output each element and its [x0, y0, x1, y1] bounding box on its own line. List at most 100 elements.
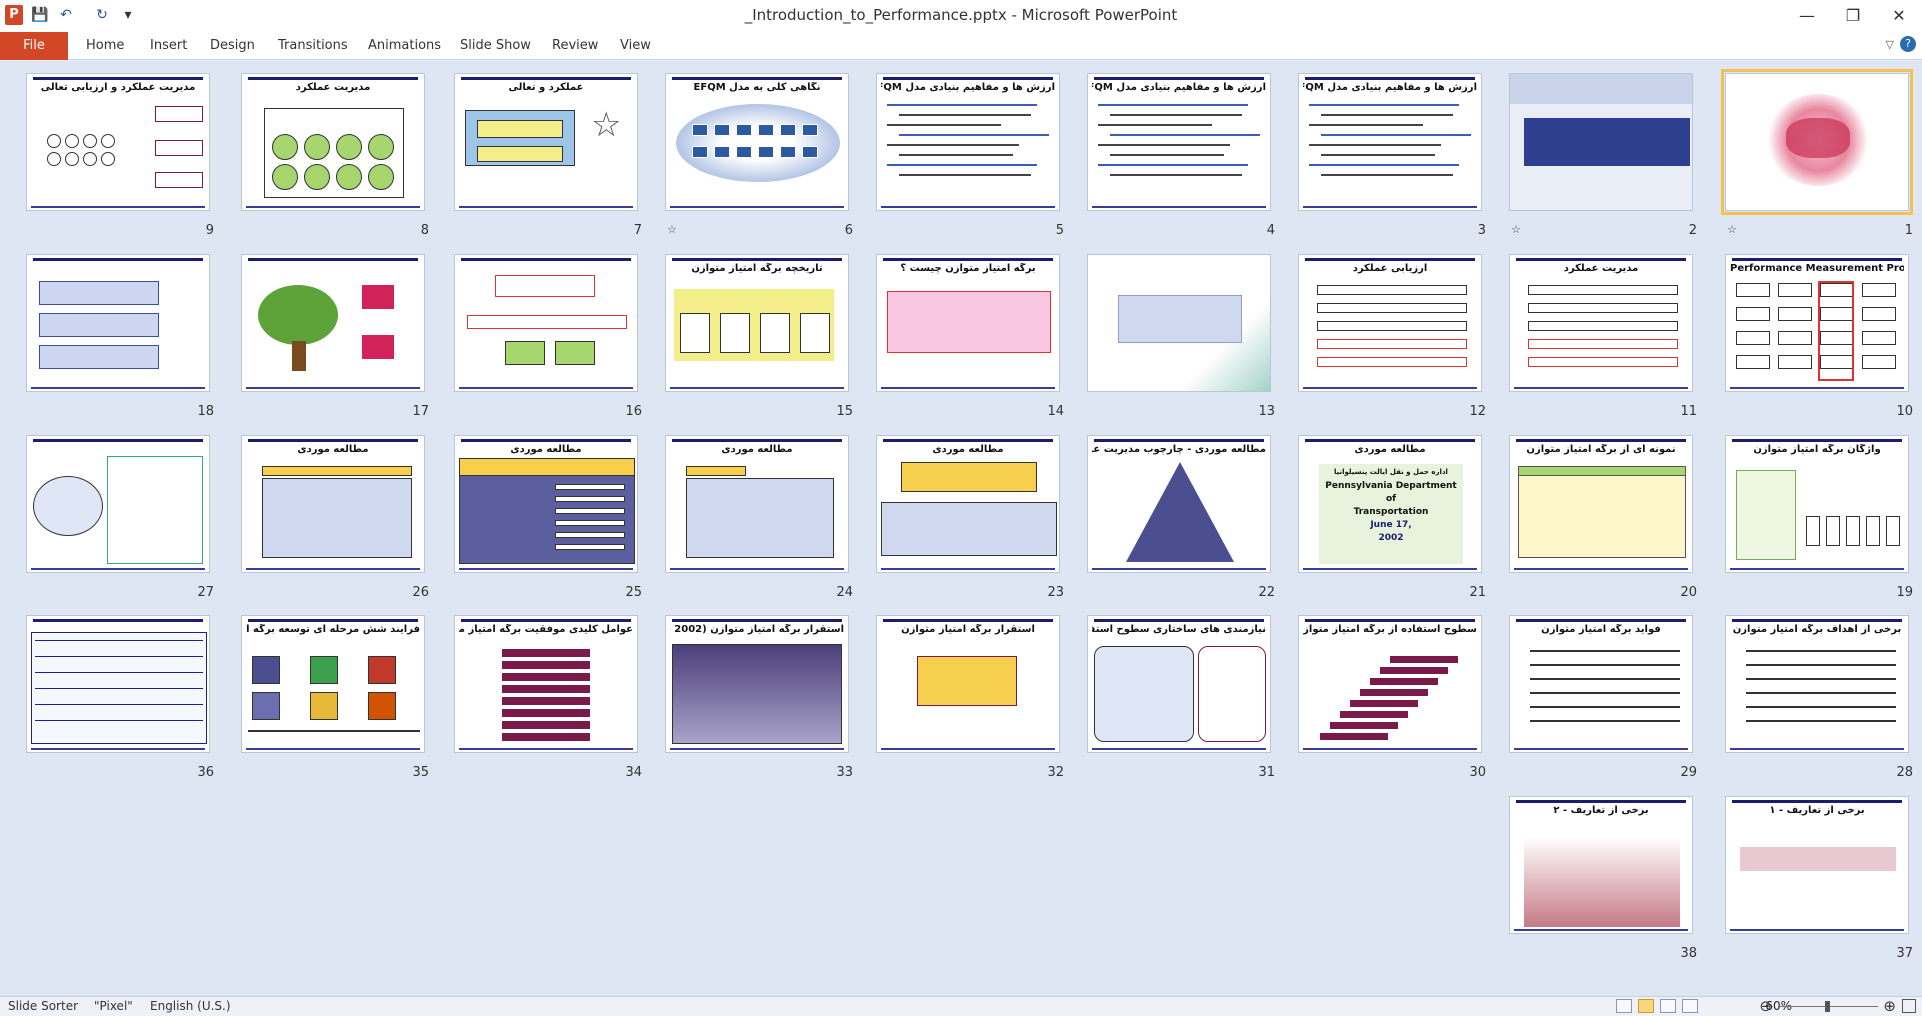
slide-thumbnail-2[interactable]: مقدمه‌ای بر ارزیابی عملکرد و تعالی سازما…: [1509, 73, 1697, 238]
tab-animations[interactable]: Animations: [364, 32, 445, 60]
tab-slide-show[interactable]: Slide Show: [456, 32, 535, 60]
slide-thumbnail-1[interactable]: 1 ☆: [1721, 69, 1913, 238]
tab-transitions[interactable]: Transitions: [274, 32, 352, 60]
slide-canvas[interactable]: واژگان برگه امتیاز متوازن: [1725, 435, 1909, 573]
slide-canvas[interactable]: مطالعه موردی: [241, 435, 425, 573]
slide-thumbnail-32[interactable]: استقرار برگه امتیاز متوازن 32: [876, 615, 1064, 780]
powerpoint-logo-icon[interactable]: P: [5, 5, 23, 25]
slide-canvas[interactable]: سطوح استفاده از برگه امتیاز متوازن (APQC…: [1298, 615, 1482, 753]
transition-star-icon[interactable]: ☆: [1511, 223, 1521, 236]
slide-thumbnail-26[interactable]: مطالعه موردی 26: [241, 435, 429, 600]
minimize-ribbon-icon[interactable]: ▽: [1886, 38, 1894, 51]
slide-thumbnail-13[interactable]: برگه امتیاز متوازن (Balanced Scorecard) 1…: [1087, 254, 1275, 419]
slide-canvas[interactable]: [26, 254, 210, 392]
slide-thumbnail-38[interactable]: برخی از تعاریف - ۲ 38: [1509, 796, 1697, 961]
slide-canvas[interactable]: ارزش ها و مفاهیم بنیادی مدل EFQM: [876, 73, 1060, 211]
slide-canvas[interactable]: ارزش ها و مفاهیم بنیادی مدل EFQM: [1298, 73, 1482, 211]
slide-thumbnail-37[interactable]: برخی از تعاریف - ۱ 37: [1725, 796, 1913, 961]
close-window-button[interactable]: ✕: [1876, 0, 1922, 32]
slide-canvas[interactable]: فواید برگه امتیاز متوازن: [1509, 615, 1693, 753]
slide-canvas[interactable]: مطالعه موردی: [876, 435, 1060, 573]
slide-thumbnail-34[interactable]: عوامل کلیدی موفقیت برگه امتیاز متوازن (A…: [454, 615, 642, 780]
slide-thumbnail-20[interactable]: نمونه ای از برگه امتیاز متوازن 20: [1509, 435, 1697, 600]
slide-thumbnail-17[interactable]: 17: [241, 254, 429, 419]
restore-window-button[interactable]: ❐: [1830, 0, 1876, 32]
slide-canvas[interactable]: فرایند شش مرحله ای توسعه برگه امتیاز متو…: [241, 615, 425, 753]
tab-insert[interactable]: Insert: [146, 32, 191, 60]
slide-thumbnail-9[interactable]: مدیریت عملکرد و ارزیابی تعالی 9: [26, 73, 214, 238]
slide-canvas[interactable]: [1721, 69, 1913, 215]
slide-canvas[interactable]: [26, 435, 210, 573]
slide-thumbnail-18[interactable]: 18: [26, 254, 214, 419]
slide-thumbnail-11[interactable]: مدیریت عملکرد 11: [1509, 254, 1697, 419]
slide-canvas[interactable]: مدیریت عملکرد و ارزیابی تعالی: [26, 73, 210, 211]
slide-canvas[interactable]: مطالعه موردی: [454, 435, 638, 573]
slide-canvas[interactable]: مطالعه موردی - چارچوب مدیریت عملکرد: [1087, 435, 1271, 573]
help-icon[interactable]: ?: [1900, 36, 1916, 52]
slide-thumbnail-27[interactable]: 27: [26, 435, 214, 600]
minimize-window-button[interactable]: —: [1784, 0, 1830, 32]
slide-canvas[interactable]: مقدمه‌ای بر ارزیابی عملکرد و تعالی سازما…: [1509, 73, 1693, 211]
slide-canvas[interactable]: استقرار برگه امتیاز متوازن (APQC - 2002): [665, 615, 849, 753]
zoom-out-icon[interactable]: ⊖: [1759, 997, 1772, 1015]
slide-thumbnail-33[interactable]: استقرار برگه امتیاز متوازن (APQC - 2002)…: [665, 615, 853, 780]
slide-thumbnail-4[interactable]: ارزش ها و مفاهیم بنیادی مدل EFQM 4: [1087, 73, 1275, 238]
slide-canvas[interactable]: تاریخچه برگه امتیاز متوازن: [665, 254, 849, 392]
fit-to-window-icon[interactable]: [1902, 999, 1916, 1013]
slide-canvas[interactable]: برخی از اهداف برگه امتیاز متوازن: [1725, 615, 1909, 753]
slide-canvas[interactable]: مطالعه موردی اداره حمل و نقل ایالت پنسیلو…: [1298, 435, 1482, 573]
slide-canvas[interactable]: ارزیابی عملکرد: [1298, 254, 1482, 392]
slide-thumbnail-29[interactable]: فواید برگه امتیاز متوازن 29: [1509, 615, 1697, 780]
slide-canvas[interactable]: برخی از تعاریف - ۱: [1725, 796, 1909, 934]
slide-canvas[interactable]: مطالعه موردی: [665, 435, 849, 573]
slide-show-button[interactable]: [1682, 999, 1698, 1013]
slide-canvas[interactable]: عملکرد و تعالی ☆: [454, 73, 638, 211]
slide-thumbnail-22[interactable]: مطالعه موردی - چارچوب مدیریت عملکرد 22: [1087, 435, 1275, 600]
language-label[interactable]: English (U.S.): [150, 999, 231, 1013]
tab-view[interactable]: View: [616, 32, 655, 60]
slide-canvas[interactable]: نگاهی کلی به مدل EFQM: [665, 73, 849, 211]
slide-thumbnail-31[interactable]: نیازمندی های ساختاری سطوح استفاده از برگ…: [1087, 615, 1275, 780]
normal-view-button[interactable]: [1616, 999, 1632, 1013]
save-icon[interactable]: 💾: [30, 5, 50, 25]
slide-canvas[interactable]: نمونه ای از برگه امتیاز متوازن: [1509, 435, 1693, 573]
slide-canvas[interactable]: [26, 615, 210, 753]
slide-canvas[interactable]: عوامل کلیدی موفقیت برگه امتیاز متوازن (A…: [454, 615, 638, 753]
slide-canvas[interactable]: [454, 254, 638, 392]
customize-qat-icon[interactable]: ▾: [118, 5, 138, 25]
theme-name-label[interactable]: "Pixel": [94, 999, 133, 1013]
transition-star-icon[interactable]: ☆: [667, 223, 677, 236]
undo-icon[interactable]: ↶: [56, 5, 76, 25]
slide-thumbnail-30[interactable]: سطوح استفاده از برگه امتیاز متوازن (APQC…: [1298, 615, 1486, 780]
transition-star-icon[interactable]: ☆: [1727, 223, 1737, 236]
slide-thumbnail-6[interactable]: نگاهی کلی به مدل EFQM 6 ☆: [665, 73, 853, 238]
slide-thumbnail-28[interactable]: برخی از اهداف برگه امتیاز متوازن 28: [1725, 615, 1913, 780]
slide-thumbnail-21[interactable]: مطالعه موردی اداره حمل و نقل ایالت پنسیلو…: [1298, 435, 1486, 600]
slide-canvas[interactable]: برگه امتیاز متوازن چیست ؟: [876, 254, 1060, 392]
slide-thumbnail-7[interactable]: عملکرد و تعالی ☆ 7: [454, 73, 642, 238]
slide-canvas[interactable]: استقرار برگه امتیاز متوازن: [876, 615, 1060, 753]
tab-review[interactable]: Review: [548, 32, 602, 60]
slide-thumbnail-10[interactable]: Performance Measurement Process Model 10: [1725, 254, 1913, 419]
slide-canvas[interactable]: نیازمندی های ساختاری سطوح استفاده از برگ…: [1087, 615, 1271, 753]
slide-canvas[interactable]: برخی از تعاریف - ۲: [1509, 796, 1693, 934]
slide-thumbnail-3[interactable]: ارزش ها و مفاهیم بنیادی مدل EFQM 3: [1298, 73, 1486, 238]
slide-thumbnail-35[interactable]: فرایند شش مرحله ای توسعه برگه امتیاز متو…: [241, 615, 429, 780]
zoom-in-icon[interactable]: ⊕: [1883, 997, 1896, 1015]
slide-canvas[interactable]: Performance Measurement Process Model: [1725, 254, 1909, 392]
slide-thumbnail-24[interactable]: مطالعه موردی 24: [665, 435, 853, 600]
slide-thumbnail-16[interactable]: 16: [454, 254, 642, 419]
slide-thumbnail-36[interactable]: 36: [26, 615, 214, 780]
tab-design[interactable]: Design: [206, 32, 259, 60]
slide-thumbnail-8[interactable]: مدیریت عملکرد 8: [241, 73, 429, 238]
slide-thumbnail-5[interactable]: ارزش ها و مفاهیم بنیادی مدل EFQM 5: [876, 73, 1064, 238]
slide-canvas[interactable]: ارزش ها و مفاهیم بنیادی مدل EFQM: [1087, 73, 1271, 211]
slide-thumbnail-23[interactable]: مطالعه موردی 23: [876, 435, 1064, 600]
slide-canvas[interactable]: برگه امتیاز متوازن (Balanced Scorecard): [1087, 254, 1271, 392]
slide-thumbnail-19[interactable]: واژگان برگه امتیاز متوازن 19: [1725, 435, 1913, 600]
slide-canvas[interactable]: [241, 254, 425, 392]
slide-canvas[interactable]: مدیریت عملکرد: [241, 73, 425, 211]
redo-icon[interactable]: ↻: [92, 5, 112, 25]
zoom-slider-thumb[interactable]: [1825, 1001, 1830, 1012]
tab-home[interactable]: Home: [82, 32, 128, 60]
